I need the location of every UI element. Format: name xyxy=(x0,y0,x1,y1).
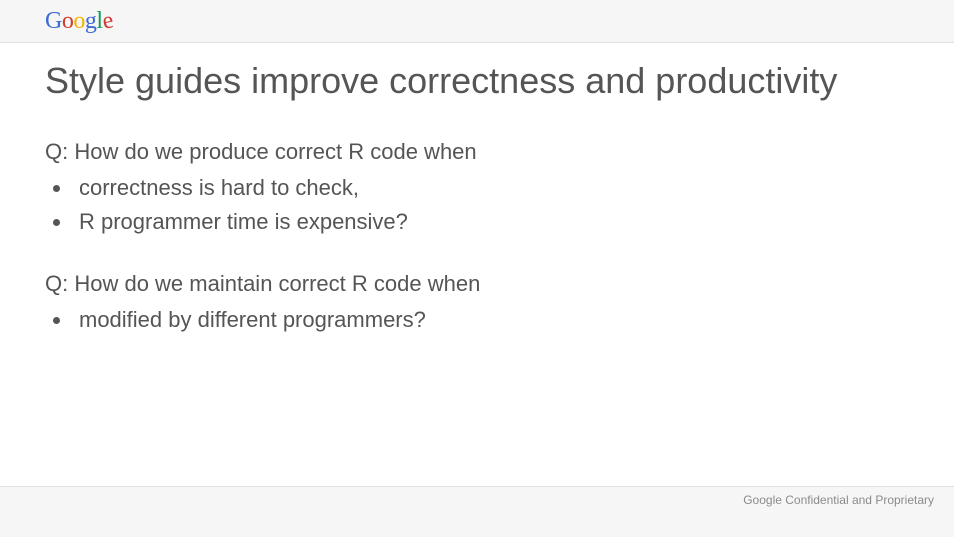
slide-body: Q: How do we produce correct R code when… xyxy=(45,135,894,337)
bullet-list: modified by different programmers? xyxy=(73,303,894,337)
slide: Google Style guides improve correctness … xyxy=(0,0,954,537)
spacer xyxy=(45,239,894,267)
slide-title: Style guides improve correctness and pro… xyxy=(45,60,909,102)
footer-text: Google Confidential and Proprietary xyxy=(743,493,934,507)
footer-bar: Google Confidential and Proprietary xyxy=(0,486,954,537)
header-bar: Google xyxy=(0,0,954,43)
question-text: Q: How do we produce correct R code when xyxy=(45,135,894,169)
google-logo: Google xyxy=(45,8,113,35)
logo-letter: o xyxy=(73,8,85,35)
logo-letter: G xyxy=(45,8,62,35)
list-item: modified by different programmers? xyxy=(73,303,894,337)
bullet-list: correctness is hard to check, R programm… xyxy=(73,171,894,239)
list-item: correctness is hard to check, xyxy=(73,171,894,205)
question-text: Q: How do we maintain correct R code whe… xyxy=(45,267,894,301)
logo-letter: o xyxy=(62,8,74,35)
logo-letter: g xyxy=(85,8,97,35)
list-item: R programmer time is expensive? xyxy=(73,205,894,239)
